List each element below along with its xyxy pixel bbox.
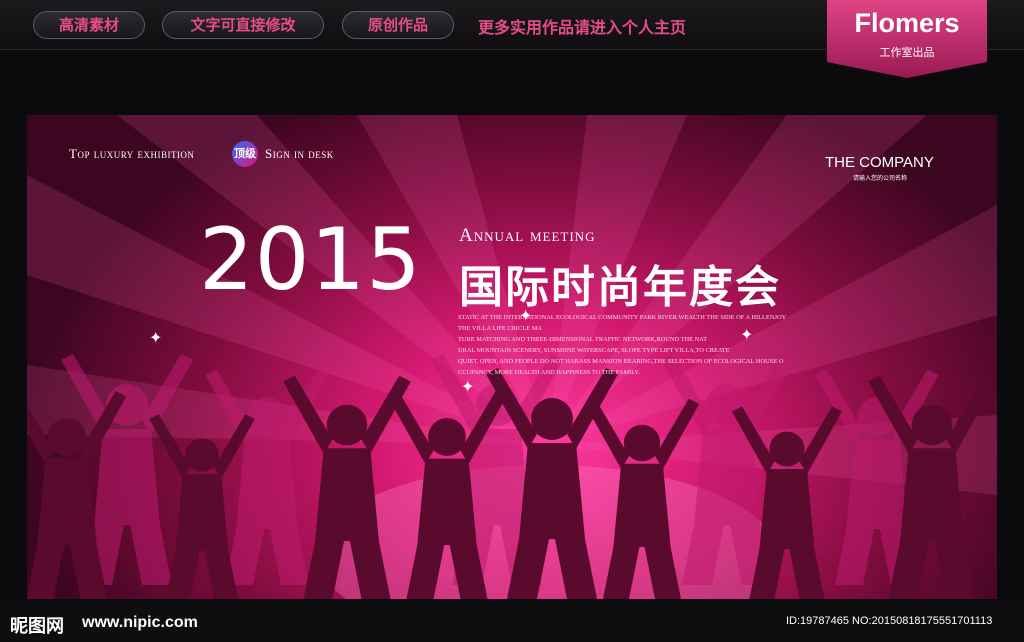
watermark-footer: 昵图网 www.nipic.com ID:19787465 NO:2015081…	[0, 601, 1024, 642]
description-line: URAL MOUNTAIN SCENERY, SUNSHINE WATERSCA…	[458, 347, 730, 354]
brand-name: Flomers	[854, 8, 960, 38]
sparkle-icon: ✦	[461, 379, 475, 396]
sparkle-icon: ✦	[740, 327, 754, 344]
sparkle-icon: ✦	[519, 308, 533, 325]
top-luxury-text: Top luxury exhibition	[69, 146, 195, 161]
description-line: STATIC AT THE INTERNATIONAL ECOLOGICAL C…	[458, 314, 787, 321]
sign-in-desk-text: Sign in desk	[265, 146, 334, 161]
tag-hd-material[interactable]: 高清素材	[33, 11, 145, 39]
annual-meeting-text: Annual meeting	[459, 225, 596, 246]
year-heading: 2015	[199, 210, 422, 310]
company-subtitle: 请输入您的公司名称	[853, 175, 908, 182]
site-url[interactable]: www.nipic.com	[82, 614, 198, 632]
tag-original-work[interactable]: 原创作品	[342, 11, 454, 39]
company-name: THE COMPANY	[825, 154, 934, 171]
brand-ribbon[interactable]: Flomers 工作室出品	[827, 0, 987, 78]
annual-meeting-banner: Top luxury exhibition 顶级 Sign in desk TH…	[27, 115, 997, 599]
more-works-link[interactable]: 更多实用作品请进入个人主页	[478, 14, 686, 38]
description-line: THE VILLA LIFE CIRCLE MA	[458, 325, 543, 332]
description-line: CCUPANCY, MORE HEALTH AND HAPPINESS TO T…	[458, 369, 640, 376]
top-grade-badge: 顶级	[232, 141, 258, 167]
site-logo: 昵图网	[10, 616, 64, 637]
image-id-line: ID:19787465 NO:20150818175551701113	[786, 615, 993, 627]
description-paragraph: STATIC AT THE INTERNATIONAL ECOLOGICAL C…	[458, 312, 850, 378]
tag-editable-text[interactable]: 文字可直接修改	[162, 11, 324, 39]
description-line: TURE MATCHING AND THREE-DIMENSIONAL TRAF…	[458, 336, 707, 343]
brand-subtitle: 工作室出品	[879, 46, 935, 59]
event-title: 国际时尚年度会	[459, 262, 781, 313]
description-line: QUIET, OPEN, AND PEOPLE DO NOT HARASS MA…	[458, 358, 784, 365]
sparkle-icon: ✦	[149, 330, 163, 347]
